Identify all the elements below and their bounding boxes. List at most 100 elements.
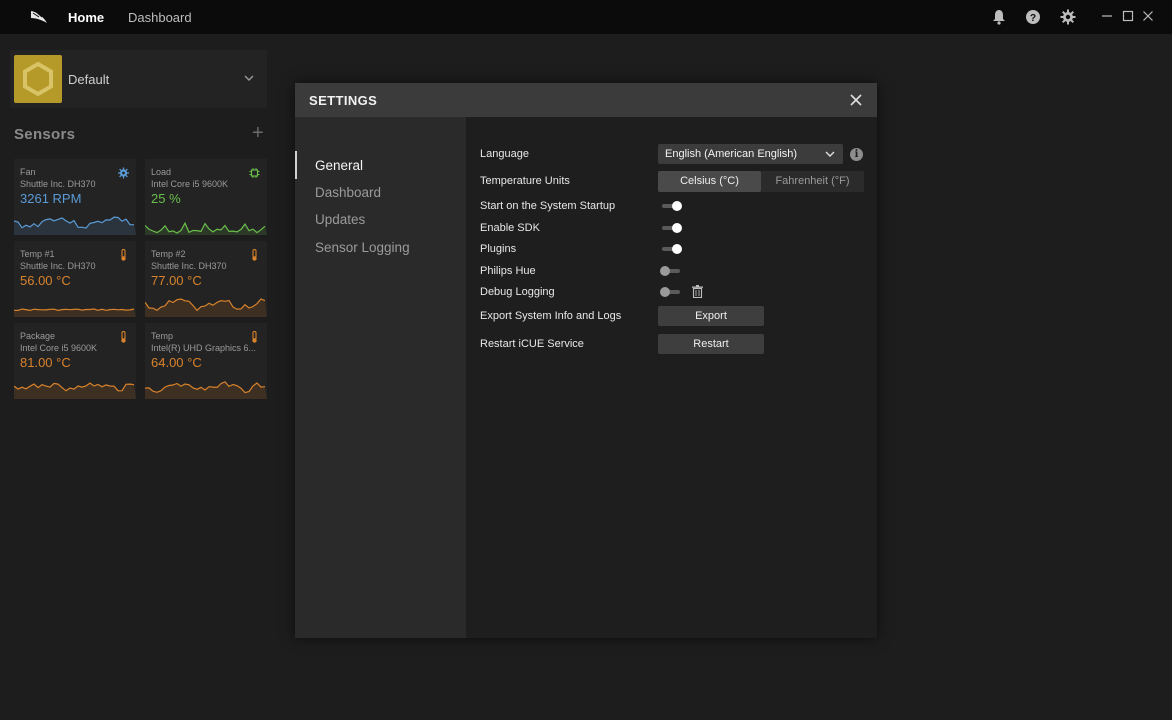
restart-button[interactable]: Restart	[658, 334, 764, 354]
sdk-label: Enable SDK	[480, 222, 540, 234]
help-icon[interactable]: ?	[1025, 9, 1041, 25]
sensor-reading: 56.00	[20, 273, 53, 288]
close-icon[interactable]	[1142, 10, 1154, 22]
thermometer-icon	[121, 249, 126, 261]
debug-logging-toggle[interactable]	[660, 287, 682, 297]
sensor-unit: °C	[56, 355, 71, 370]
sensor-value: 25 %	[151, 191, 181, 206]
sensor-title: Fan	[20, 167, 36, 177]
sensors-title: Sensors	[14, 126, 76, 143]
profile-name: Default	[68, 72, 110, 87]
sensor-title: Temp	[151, 331, 174, 341]
philips-hue-label: Philips Hue	[480, 265, 536, 277]
sensor-value: 64.00 °C	[151, 355, 202, 370]
trash-icon[interactable]	[692, 285, 703, 298]
restart-label: Restart iCUE Service	[480, 338, 584, 350]
startup-toggle[interactable]	[660, 201, 682, 211]
sensor-unit: °C	[187, 355, 202, 370]
sensor-device: Shuttle Inc. DH370	[20, 179, 96, 189]
minimize-icon[interactable]	[1101, 10, 1113, 22]
profile-selector[interactable]: Default	[10, 50, 267, 108]
sensor-device: Intel Core i5 9600K	[151, 179, 229, 189]
sensor-title: Load	[151, 167, 172, 177]
sensor-unit: %	[169, 191, 181, 206]
maximize-icon[interactable]	[1122, 10, 1134, 22]
info-icon[interactable]: i	[850, 148, 863, 161]
sensor-card[interactable]: Temp Intel(R) UHD Graphics 6... 64.00 °C	[145, 323, 267, 399]
sensor-title: Package	[20, 331, 56, 341]
temperature-units-toggle: Celsius (°C) Fahrenheit (°F)	[658, 171, 864, 192]
active-indicator	[295, 151, 297, 179]
sensor-value: 77.00 °C	[151, 273, 202, 288]
settings-general-panel: Language English (American English) i Te…	[466, 117, 877, 638]
sensor-reading: 77.00	[151, 273, 184, 288]
philips-hue-toggle[interactable]	[660, 266, 682, 276]
sensor-card[interactable]: Package Intel Core i5 9600K 81.00 °C	[14, 323, 136, 399]
sensor-history-graph	[14, 216, 136, 235]
sensor-reading: 64.00	[151, 355, 184, 370]
thermometer-icon	[252, 331, 257, 343]
fahrenheit-option[interactable]: Fahrenheit (°F)	[761, 171, 864, 192]
sensor-history-graph	[145, 298, 267, 317]
sensor-card[interactable]: Temp #1 Shuttle Inc. DH370 56.00 °C	[14, 241, 136, 317]
thermometer-icon	[252, 249, 257, 261]
sdk-toggle[interactable]	[660, 223, 682, 233]
corsair-logo-icon[interactable]	[30, 9, 48, 25]
sensor-device: Intel Core i5 9600K	[20, 343, 98, 353]
debug-logging-label: Debug Logging	[480, 286, 555, 298]
sensor-title: Temp #2	[151, 249, 186, 259]
sensor-history-graph	[14, 308, 136, 317]
startup-label: Start on the System Startup	[480, 200, 616, 212]
export-button[interactable]: Export	[658, 306, 764, 326]
sensor-device: Intel(R) UHD Graphics 6...	[151, 343, 257, 353]
sensor-unit: RPM	[52, 191, 82, 206]
sensor-reading: 3261	[20, 191, 49, 206]
sensor-card[interactable]: Fan Shuttle Inc. DH370 3261 RPM	[14, 159, 136, 235]
nav-dashboard[interactable]: Dashboard	[128, 10, 192, 25]
temperature-units-label: Temperature Units	[480, 175, 570, 187]
top-bar: Home Dashboard ?	[0, 0, 1172, 34]
add-sensor-button[interactable]: +	[252, 123, 264, 143]
language-select[interactable]: English (American English)	[658, 144, 843, 164]
profile-hexagon-icon	[14, 55, 62, 103]
sensor-card[interactable]: Load Intel Core i5 9600K 25 %	[145, 159, 267, 235]
sensor-device: Shuttle Inc. DH370	[20, 261, 96, 271]
settings-sidebar: General Dashboard Updates Sensor Logging	[295, 117, 466, 638]
close-icon[interactable]	[849, 93, 863, 107]
settings-dialog: SETTINGS General Dashboard Updates Senso…	[295, 83, 877, 638]
fan-settings-icon[interactable]	[118, 167, 129, 179]
sensor-card[interactable]: Temp #2 Shuttle Inc. DH370 77.00 °C	[145, 241, 267, 317]
nav-home[interactable]: Home	[68, 10, 104, 25]
chevron-down-icon	[825, 151, 835, 157]
svg-text:?: ?	[1030, 13, 1036, 24]
sensor-history-graph	[14, 382, 136, 399]
plugins-label: Plugins	[480, 243, 517, 255]
settings-tab-dashboard[interactable]: Dashboard	[315, 185, 381, 200]
settings-header: SETTINGS	[295, 83, 877, 117]
celsius-option[interactable]: Celsius (°C)	[658, 171, 761, 192]
chevron-down-icon[interactable]	[243, 72, 255, 84]
sensor-reading: 81.00	[20, 355, 53, 370]
sensor-reading: 25	[151, 191, 166, 206]
language-value: English (American English)	[665, 148, 798, 160]
chip-icon	[249, 168, 260, 178]
sensor-history-graph	[145, 381, 267, 399]
sensor-title: Temp #1	[20, 249, 55, 259]
settings-title: SETTINGS	[309, 93, 378, 108]
bell-icon[interactable]	[991, 9, 1007, 25]
thermometer-icon	[121, 331, 126, 343]
sensor-unit: °C	[187, 273, 202, 288]
sensor-history-graph	[145, 221, 267, 235]
settings-tab-sensor-logging[interactable]: Sensor Logging	[315, 240, 410, 255]
sensor-value: 3261 RPM	[20, 191, 81, 206]
plugins-toggle[interactable]	[660, 244, 682, 254]
export-label: Export System Info and Logs	[480, 310, 622, 322]
sensor-value: 81.00 °C	[20, 355, 71, 370]
settings-tab-general[interactable]: General	[315, 158, 363, 173]
sensor-value: 56.00 °C	[20, 273, 71, 288]
sensor-unit: °C	[56, 273, 71, 288]
language-label: Language	[480, 148, 529, 160]
sensor-device: Shuttle Inc. DH370	[151, 261, 227, 271]
gear-icon[interactable]	[1060, 9, 1076, 25]
settings-tab-updates[interactable]: Updates	[315, 212, 365, 227]
